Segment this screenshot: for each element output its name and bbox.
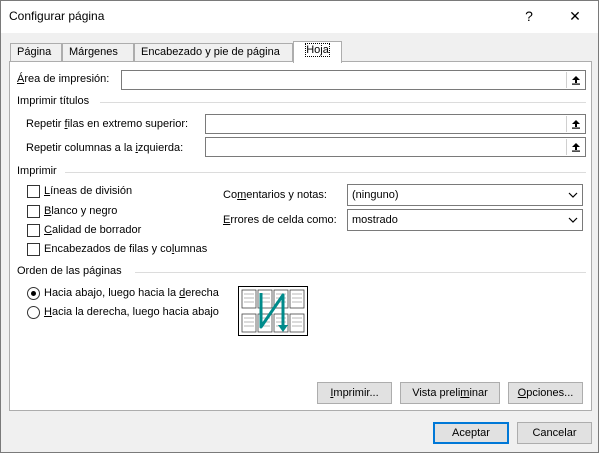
collapse-dialog-icon[interactable]	[566, 72, 584, 88]
close-button[interactable]: ✕	[552, 1, 598, 31]
separator	[65, 172, 586, 173]
cell-errors-label: Errores de celda como:	[223, 214, 337, 226]
repeat-cols-field[interactable]	[205, 137, 586, 157]
separator	[100, 102, 586, 103]
tab-hoja[interactable]: Hoja	[293, 41, 342, 63]
dialog-title: Configurar página	[9, 9, 105, 23]
cancel-button[interactable]: Cancelar	[517, 422, 592, 444]
comments-label: Comentarios y notas:	[223, 189, 327, 201]
cell-errors-dropdown[interactable]: mostrado	[347, 209, 583, 231]
comments-dropdown[interactable]: (ninguno)	[347, 184, 583, 206]
headings-label: Encabezados de filas y columnas	[44, 243, 208, 255]
over-then-down-label: Hacia la derecha, luego hacia abajo	[44, 306, 219, 318]
print-heading: Imprimir	[17, 165, 57, 177]
tab-pagina[interactable]: Página	[10, 43, 62, 62]
print-titles-heading: Imprimir títulos	[17, 95, 90, 107]
down-then-over-radio[interactable]	[27, 287, 40, 300]
repeat-rows-field[interactable]	[205, 114, 586, 134]
options-button[interactable]: Opciones...	[508, 382, 583, 404]
tab-margenes[interactable]: Márgenes	[62, 43, 134, 62]
chevron-down-icon[interactable]	[564, 210, 582, 230]
help-button[interactable]: ?	[506, 1, 552, 31]
separator	[135, 272, 586, 273]
tab-encabezado[interactable]: Encabezado y pie de página	[134, 43, 293, 62]
down-then-over-label: Hacia abajo, luego hacia la derecha	[44, 287, 219, 299]
black-white-checkbox[interactable]	[27, 205, 40, 218]
black-white-label: Blanco y negro	[44, 205, 118, 217]
title-bar: Configurar página ? ✕	[1, 1, 598, 33]
headings-checkbox[interactable]	[27, 243, 40, 256]
collapse-dialog-icon[interactable]	[566, 116, 584, 132]
sheet-panel: Área de impresión: Imprimir títulos Repe…	[9, 61, 592, 411]
page-order-diagram-icon	[238, 286, 308, 336]
chevron-down-icon[interactable]	[564, 185, 582, 205]
print-button[interactable]: Imprimir...	[317, 382, 392, 404]
print-preview-button[interactable]: Vista preli m inar	[400, 382, 500, 404]
page-order-heading: Orden de las páginas	[17, 265, 122, 277]
collapse-dialog-icon[interactable]	[566, 139, 584, 155]
gridlines-label: Líneas de división	[44, 185, 133, 197]
draft-quality-checkbox[interactable]	[27, 224, 40, 237]
ok-button[interactable]: Aceptar	[433, 422, 509, 444]
repeat-cols-label: Repetir columnas a la izquierda:	[26, 142, 184, 154]
page-setup-dialog: Configurar página ? ✕ Página Márgenes En…	[0, 0, 599, 453]
over-then-down-radio[interactable]	[27, 306, 40, 319]
gridlines-checkbox[interactable]	[27, 185, 40, 198]
print-area-field[interactable]	[121, 70, 586, 90]
draft-quality-label: Calidad de borrador	[44, 224, 142, 236]
repeat-rows-label: Repetir filas en extremo superior:	[26, 118, 189, 130]
print-area-label: Área de impresión:	[17, 73, 110, 85]
